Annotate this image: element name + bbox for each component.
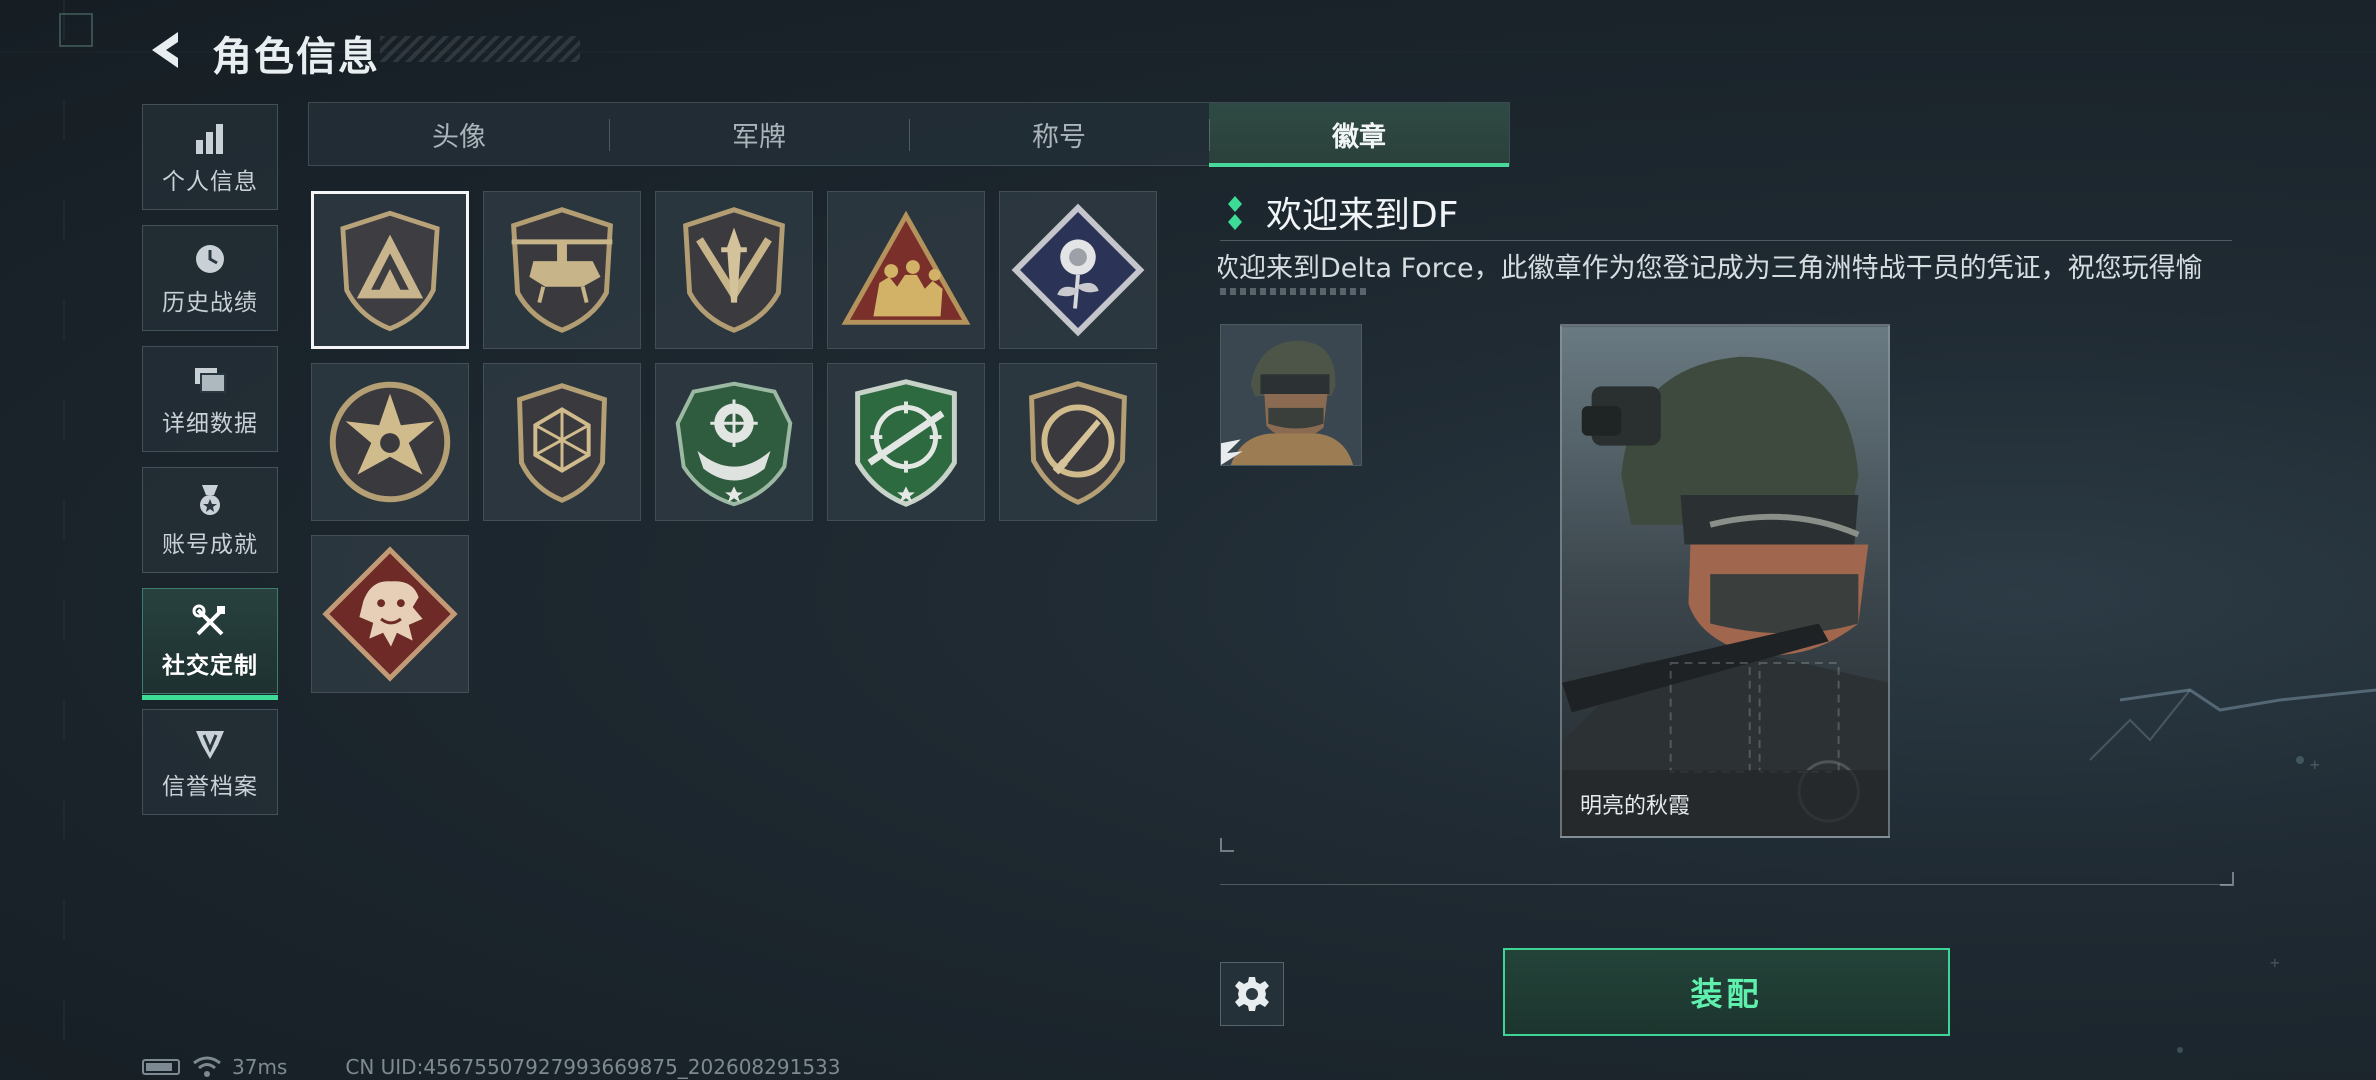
knife-circle-badge-icon xyxy=(1029,381,1127,505)
badge-description-text: 欢迎来到Delta Force，此徽章作为您登记成为三角洲特战干员的凭证，祝您玩… xyxy=(1218,253,2203,284)
tab-dog-tag[interactable]: 军牌 xyxy=(609,103,909,165)
svg-text:+: + xyxy=(2270,953,2280,972)
badge-description: 欢迎来到Delta Force，此徽章作为您登记成为三角洲特战干员的凭证，祝您玩… xyxy=(1218,246,2238,290)
tab-badge[interactable]: 徽章 xyxy=(1209,103,1509,167)
divider xyxy=(1220,240,2232,241)
divider xyxy=(1220,884,2232,885)
medal-icon xyxy=(200,485,220,515)
tab-bar: 头像 军牌 称号 徽章 xyxy=(308,102,1510,167)
badge-title: 欢迎来到DF xyxy=(1266,195,1459,236)
settings-button[interactable] xyxy=(1220,962,1284,1026)
sidebar-item-label: 详细数据 xyxy=(162,411,258,437)
badge-cell[interactable] xyxy=(827,191,985,349)
badge-cell[interactable] xyxy=(311,363,469,521)
scroll-indicator xyxy=(1220,288,1370,295)
header: 角色信息 xyxy=(140,20,590,80)
tab-title[interactable]: 称号 xyxy=(909,103,1209,165)
sidebar-item-history[interactable]: 历史战绩 xyxy=(142,225,278,331)
ping-text: 37ms xyxy=(232,1055,288,1079)
badge-cell[interactable] xyxy=(999,191,1157,349)
operator-card-name: 明亮的秋霞 xyxy=(1580,794,1691,819)
sidebar-item-label: 个人信息 xyxy=(162,169,258,195)
sidebar-item-label: 历史战绩 xyxy=(162,290,258,316)
crosshair-green-badge-icon xyxy=(675,381,793,507)
rifle-green-badge-icon xyxy=(855,379,957,507)
sidebar-item-detailed-data[interactable]: 详细数据 xyxy=(142,346,278,452)
badge-cell[interactable] xyxy=(483,363,641,521)
soldiers-triangle-badge-icon xyxy=(841,210,971,325)
title-marker-icon xyxy=(1228,196,1242,230)
triangle-shield-badge-icon xyxy=(340,210,440,332)
badge-cell[interactable] xyxy=(655,191,813,349)
sidebar-item-reputation[interactable]: 信誉档案 xyxy=(142,709,278,815)
rose-diamond-badge-icon xyxy=(1011,203,1145,337)
star-circle-badge-icon xyxy=(329,381,451,503)
badge-cell[interactable] xyxy=(311,191,469,349)
battery-icon xyxy=(142,1059,180,1075)
frame-corner xyxy=(2220,872,2234,886)
operator-portrait xyxy=(1221,325,1361,465)
bar-chart-icon xyxy=(196,124,223,154)
status-bar: 37ms CN UID:4567550792799366987​5_202608… xyxy=(142,1054,841,1080)
tab-avatar[interactable]: 头像 xyxy=(309,103,609,165)
sidebar-item-social-customization[interactable]: 社交定制 xyxy=(142,588,278,700)
operator-artwork xyxy=(1562,327,1888,835)
equip-button-label: 装配 xyxy=(1690,975,1763,1013)
frame-corner xyxy=(1220,838,1234,852)
geometric-shield-badge-icon xyxy=(517,383,607,503)
wifi-icon xyxy=(193,1056,221,1077)
badge-cell[interactable] xyxy=(999,363,1157,521)
dragon-diamond-badge-icon xyxy=(322,546,458,682)
wrench-icon xyxy=(192,604,225,636)
badge-cell[interactable] xyxy=(827,363,985,521)
operator-card-label: 明亮的秋霞 xyxy=(1562,770,1888,836)
equip-button[interactable]: 装配 xyxy=(1503,948,1950,1036)
history-icon xyxy=(196,245,224,273)
sidebar-item-label: 账号成就 xyxy=(162,532,258,558)
operator-thumbnail[interactable] xyxy=(1220,324,1362,466)
sidebar-item-label: 信誉档案 xyxy=(162,774,258,800)
svg-text:+: + xyxy=(2310,755,2320,774)
dagger-shield-badge-icon xyxy=(683,207,785,333)
badge-cell[interactable] xyxy=(655,363,813,521)
folders-icon xyxy=(195,368,226,393)
sidebar: 个人信息 历史战绩 详细数据 账号成就 社交定制 信誉档案 xyxy=(142,104,280,830)
badge-cell[interactable] xyxy=(483,191,641,349)
gear-icon xyxy=(1235,977,1269,1011)
sidebar-item-label: 社交定制 xyxy=(162,653,258,679)
sidebar-item-personal-info[interactable]: 个人信息 xyxy=(142,104,278,210)
header-stripes xyxy=(380,36,580,62)
operator-card[interactable]: 明亮的秋霞 xyxy=(1560,324,1890,838)
badge-cell[interactable] xyxy=(311,535,469,693)
emblem-icon xyxy=(196,731,224,759)
helicopter-badge-icon xyxy=(511,207,613,333)
sidebar-item-achievements[interactable]: 账号成就 xyxy=(142,467,278,573)
chevron-left-icon[interactable] xyxy=(144,28,188,72)
uid-text: CN UID:4567550792799366987​5_20260829153… xyxy=(345,1055,841,1079)
page-title: 角色信息 xyxy=(212,34,380,80)
